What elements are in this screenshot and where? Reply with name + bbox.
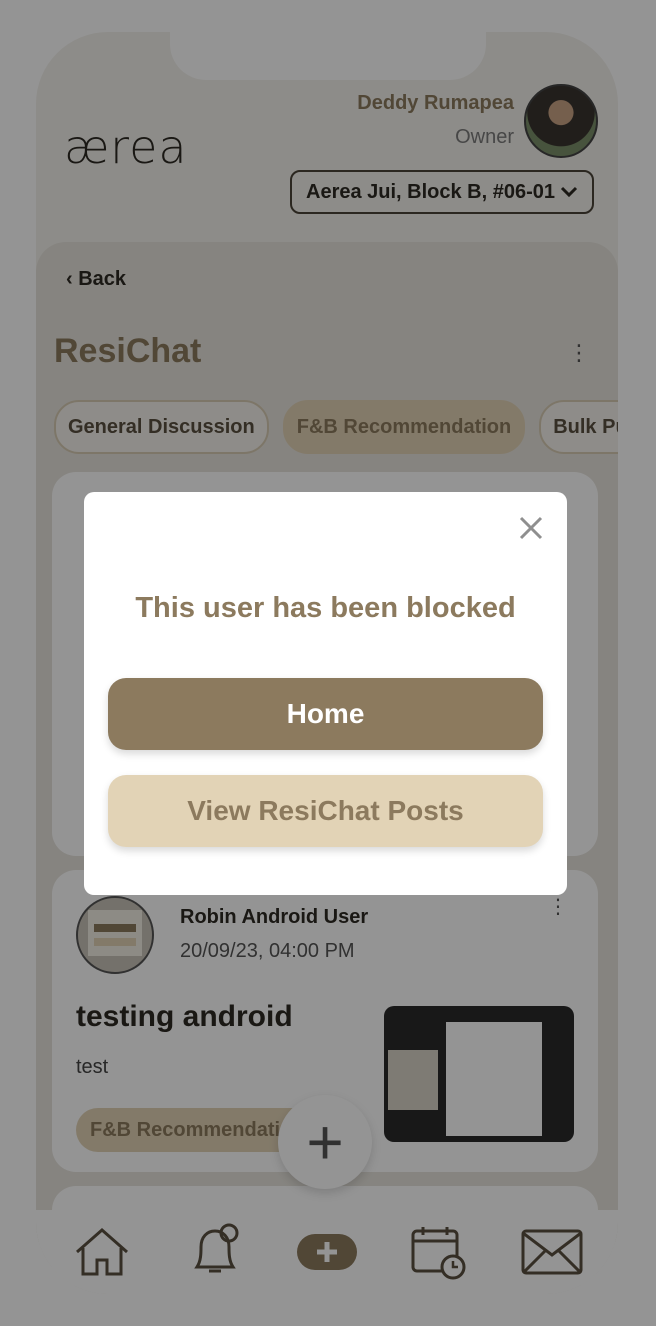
- close-icon[interactable]: [515, 512, 547, 544]
- dialog-message: This user has been blocked: [135, 592, 516, 624]
- view-resichat-posts-button[interactable]: View ResiChat Posts: [108, 775, 543, 847]
- home-button[interactable]: Home: [108, 678, 543, 750]
- blocked-user-dialog: This user has been blocked Home View Res…: [84, 492, 567, 895]
